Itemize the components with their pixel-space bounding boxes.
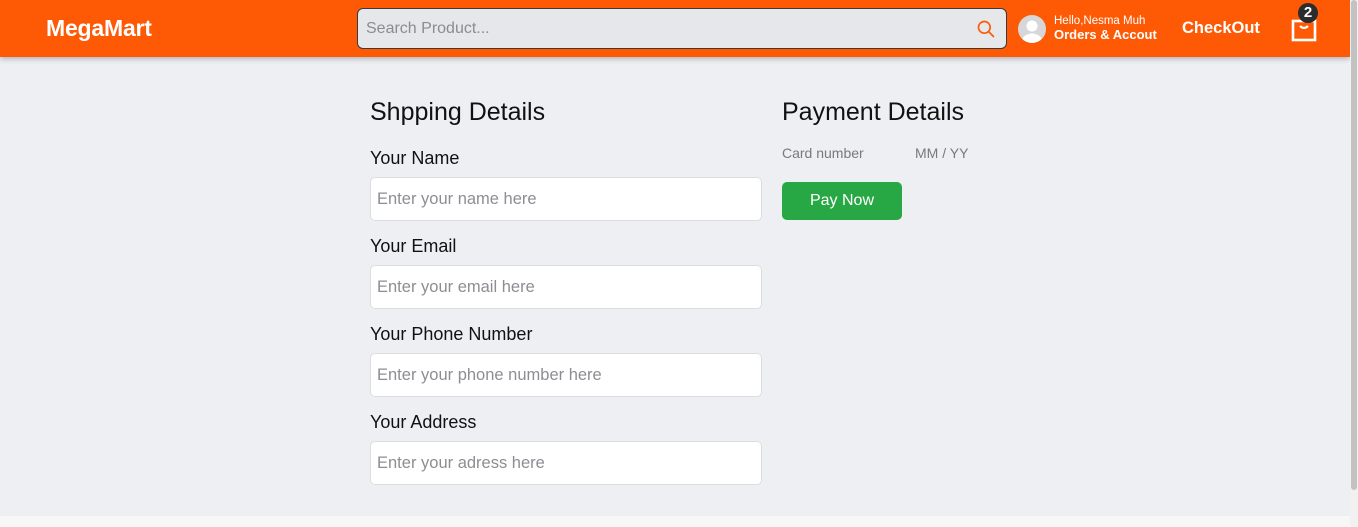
user-avatar-icon[interactable] <box>1018 15 1046 43</box>
search-icon[interactable] <box>976 19 996 39</box>
name-field[interactable] <box>370 177 762 221</box>
name-label: Your Name <box>370 148 460 168</box>
scrollbar-thumb[interactable] <box>1351 0 1357 490</box>
phone-label: Your Phone Number <box>370 324 533 344</box>
card-expiry-field[interactable]: MM / YY <box>915 145 968 161</box>
brand-logo[interactable]: MegaMart <box>46 15 152 42</box>
user-account-menu[interactable]: Hello,Nesma Muh Orders & Accout <box>1054 14 1157 42</box>
user-greeting: Hello,Nesma Muh <box>1054 15 1146 27</box>
search-bar[interactable] <box>357 8 1007 49</box>
payment-details-title: Payment Details <box>782 98 965 126</box>
email-label: Your Email <box>370 236 457 256</box>
email-field[interactable] <box>370 265 762 309</box>
address-label: Your Address <box>370 412 477 432</box>
shipping-details-title: Shpping Details <box>370 98 546 126</box>
phone-field[interactable] <box>370 353 762 397</box>
orders-account-link[interactable]: Orders & Accout <box>1054 28 1157 42</box>
cart-count-badge: 2 <box>1298 3 1318 23</box>
search-input[interactable] <box>358 9 958 48</box>
navbar: MegaMart Hello,Nesma Muh Orders & Accout… <box>0 0 1350 57</box>
page-footer-strip <box>0 516 1350 527</box>
address-field[interactable] <box>370 441 762 485</box>
checkout-link[interactable]: CheckOut <box>1182 19 1260 38</box>
pay-now-button[interactable]: Pay Now <box>782 182 902 220</box>
card-number-field[interactable]: Card number <box>782 145 864 161</box>
